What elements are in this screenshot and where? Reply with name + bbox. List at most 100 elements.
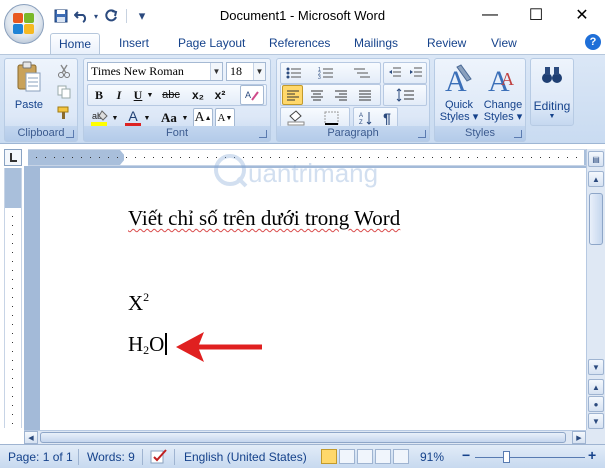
- vertical-ruler[interactable]: [4, 168, 22, 428]
- indent-marker-bottom[interactable]: [120, 159, 130, 165]
- multilevel-list-icon[interactable]: [347, 63, 377, 83]
- decrease-indent-icon[interactable]: [385, 63, 405, 83]
- tab-insert[interactable]: Insert: [111, 33, 157, 54]
- clipboard-group: Paste Clipboard: [4, 58, 78, 142]
- font-name-combo[interactable]: Times New Roman ▼: [87, 62, 223, 81]
- font-dialog-launcher[interactable]: [259, 130, 267, 138]
- horizontal-scrollbar[interactable]: ◀ ▶: [24, 430, 586, 444]
- strikethrough-button[interactable]: abc: [158, 85, 184, 105]
- shading-icon[interactable]: [283, 108, 311, 128]
- italic-button[interactable]: I: [110, 85, 128, 105]
- document-line-superscript[interactable]: X2: [128, 290, 149, 316]
- help-icon[interactable]: ?: [585, 34, 601, 50]
- tab-references[interactable]: References: [261, 33, 338, 54]
- tab-home[interactable]: Home: [50, 33, 101, 54]
- zoom-slider-thumb[interactable]: [503, 451, 510, 463]
- print-layout-view-icon[interactable]: [321, 449, 337, 464]
- ruler-tick: [12, 261, 13, 262]
- clipboard-dialog-launcher[interactable]: [66, 130, 74, 138]
- indent-marker[interactable]: [120, 150, 130, 156]
- select-browse-object-button[interactable]: ●: [588, 396, 604, 412]
- paragraph-dialog-launcher[interactable]: [418, 130, 426, 138]
- chevron-down-icon[interactable]: ▼: [253, 63, 265, 80]
- zoom-slider[interactable]: [475, 457, 585, 458]
- sort-icon[interactable]: AZ: [356, 108, 376, 128]
- tab-review[interactable]: Review: [419, 33, 474, 54]
- scroll-thumb[interactable]: [589, 193, 603, 245]
- ruler-tick: [12, 414, 13, 415]
- align-right-icon[interactable]: [330, 85, 351, 105]
- ruler-tick: [12, 216, 13, 217]
- tab-mailings[interactable]: Mailings: [346, 33, 406, 54]
- list-row: 123: [280, 62, 381, 84]
- document-heading[interactable]: Viết chỉ số trên dưới trong Word: [128, 206, 400, 231]
- bold-button[interactable]: B: [90, 85, 108, 105]
- increase-indent-icon[interactable]: [406, 63, 426, 83]
- chevron-down-icon[interactable]: ▼: [111, 108, 119, 128]
- maximize-button[interactable]: ☐: [513, 0, 559, 30]
- superscript-text: 2: [143, 290, 150, 304]
- change-case-button[interactable]: Aa: [157, 108, 181, 128]
- underline-button[interactable]: U: [130, 85, 146, 105]
- previous-page-button[interactable]: ▲: [588, 379, 604, 395]
- grow-font-button[interactable]: A ▲: [193, 108, 213, 128]
- line-spacing-icon[interactable]: [388, 85, 424, 105]
- format-painter-icon[interactable]: [55, 103, 73, 123]
- editing-group[interactable]: Editing ▼: [530, 58, 574, 126]
- close-button[interactable]: ✕: [559, 0, 605, 30]
- shrink-font-button[interactable]: A ▼: [215, 108, 235, 128]
- tab-page-layout[interactable]: Page Layout: [170, 33, 253, 54]
- ruler-tick: [54, 157, 55, 158]
- styles-dialog-launcher[interactable]: [514, 130, 522, 138]
- scroll-up-button[interactable]: ▲: [588, 171, 604, 187]
- full-screen-reading-view-icon[interactable]: [339, 449, 355, 464]
- office-button[interactable]: [4, 4, 44, 44]
- word-count[interactable]: Words: 9: [87, 450, 135, 464]
- proofing-icon[interactable]: [150, 449, 168, 465]
- ruler-toggle-icon[interactable]: ▤: [588, 151, 604, 167]
- quick-styles-button[interactable]: A Quick Styles ▾: [438, 61, 480, 123]
- page-count[interactable]: Page: 1 of 1: [8, 450, 73, 464]
- superscript-button[interactable]: x²: [210, 85, 230, 105]
- annotation-arrow-icon: [174, 328, 266, 371]
- justify-icon[interactable]: [354, 85, 375, 105]
- subscript-button[interactable]: x₂: [188, 85, 208, 105]
- copy-icon[interactable]: [55, 82, 73, 102]
- outline-view-icon[interactable]: [375, 449, 391, 464]
- clear-formatting-icon[interactable]: A: [240, 85, 264, 105]
- change-styles-button[interactable]: AA Change Styles ▾: [481, 61, 525, 123]
- zoom-out-button[interactable]: −: [462, 447, 470, 463]
- svg-text:3: 3: [318, 75, 321, 80]
- horizontal-scroll-thumb[interactable]: [40, 432, 566, 443]
- font-color-button[interactable]: A: [123, 108, 143, 128]
- scroll-right-button[interactable]: ▶: [572, 431, 586, 444]
- highlight-button[interactable]: ab: [89, 108, 111, 128]
- draft-view-icon[interactable]: [393, 449, 409, 464]
- web-layout-view-icon[interactable]: [357, 449, 373, 464]
- borders-icon[interactable]: [317, 108, 347, 128]
- language-status[interactable]: English (United States): [184, 450, 307, 464]
- minimize-button[interactable]: —: [467, 0, 513, 30]
- vertical-scrollbar[interactable]: ▤ ▲ ▼ ▲ ● ▼: [586, 149, 605, 430]
- bullets-icon[interactable]: [283, 63, 305, 83]
- numbering-icon[interactable]: 123: [315, 63, 337, 83]
- font-size-combo[interactable]: 18 ▼: [226, 62, 266, 81]
- ruler-tick: [162, 157, 163, 158]
- tab-view[interactable]: View: [483, 33, 525, 54]
- cut-icon[interactable]: [55, 61, 73, 81]
- chevron-down-icon[interactable]: ▼: [181, 108, 189, 128]
- show-formatting-button[interactable]: ¶: [377, 108, 397, 128]
- chevron-down-icon[interactable]: ▼: [143, 108, 151, 128]
- align-center-icon[interactable]: [306, 85, 327, 105]
- next-page-button[interactable]: ▼: [588, 413, 604, 429]
- chevron-down-icon[interactable]: ▼: [146, 85, 154, 105]
- scroll-down-button[interactable]: ▼: [588, 359, 604, 375]
- document-line-subscript[interactable]: H2O: [128, 332, 168, 358]
- align-left-icon[interactable]: [282, 85, 303, 105]
- zoom-level[interactable]: 91%: [420, 450, 444, 464]
- paste-button[interactable]: Paste: [9, 61, 49, 111]
- tab-selector[interactable]: [4, 149, 22, 166]
- zoom-in-button[interactable]: +: [588, 447, 596, 463]
- chevron-down-icon[interactable]: ▼: [210, 63, 222, 80]
- scroll-left-button[interactable]: ◀: [24, 431, 38, 444]
